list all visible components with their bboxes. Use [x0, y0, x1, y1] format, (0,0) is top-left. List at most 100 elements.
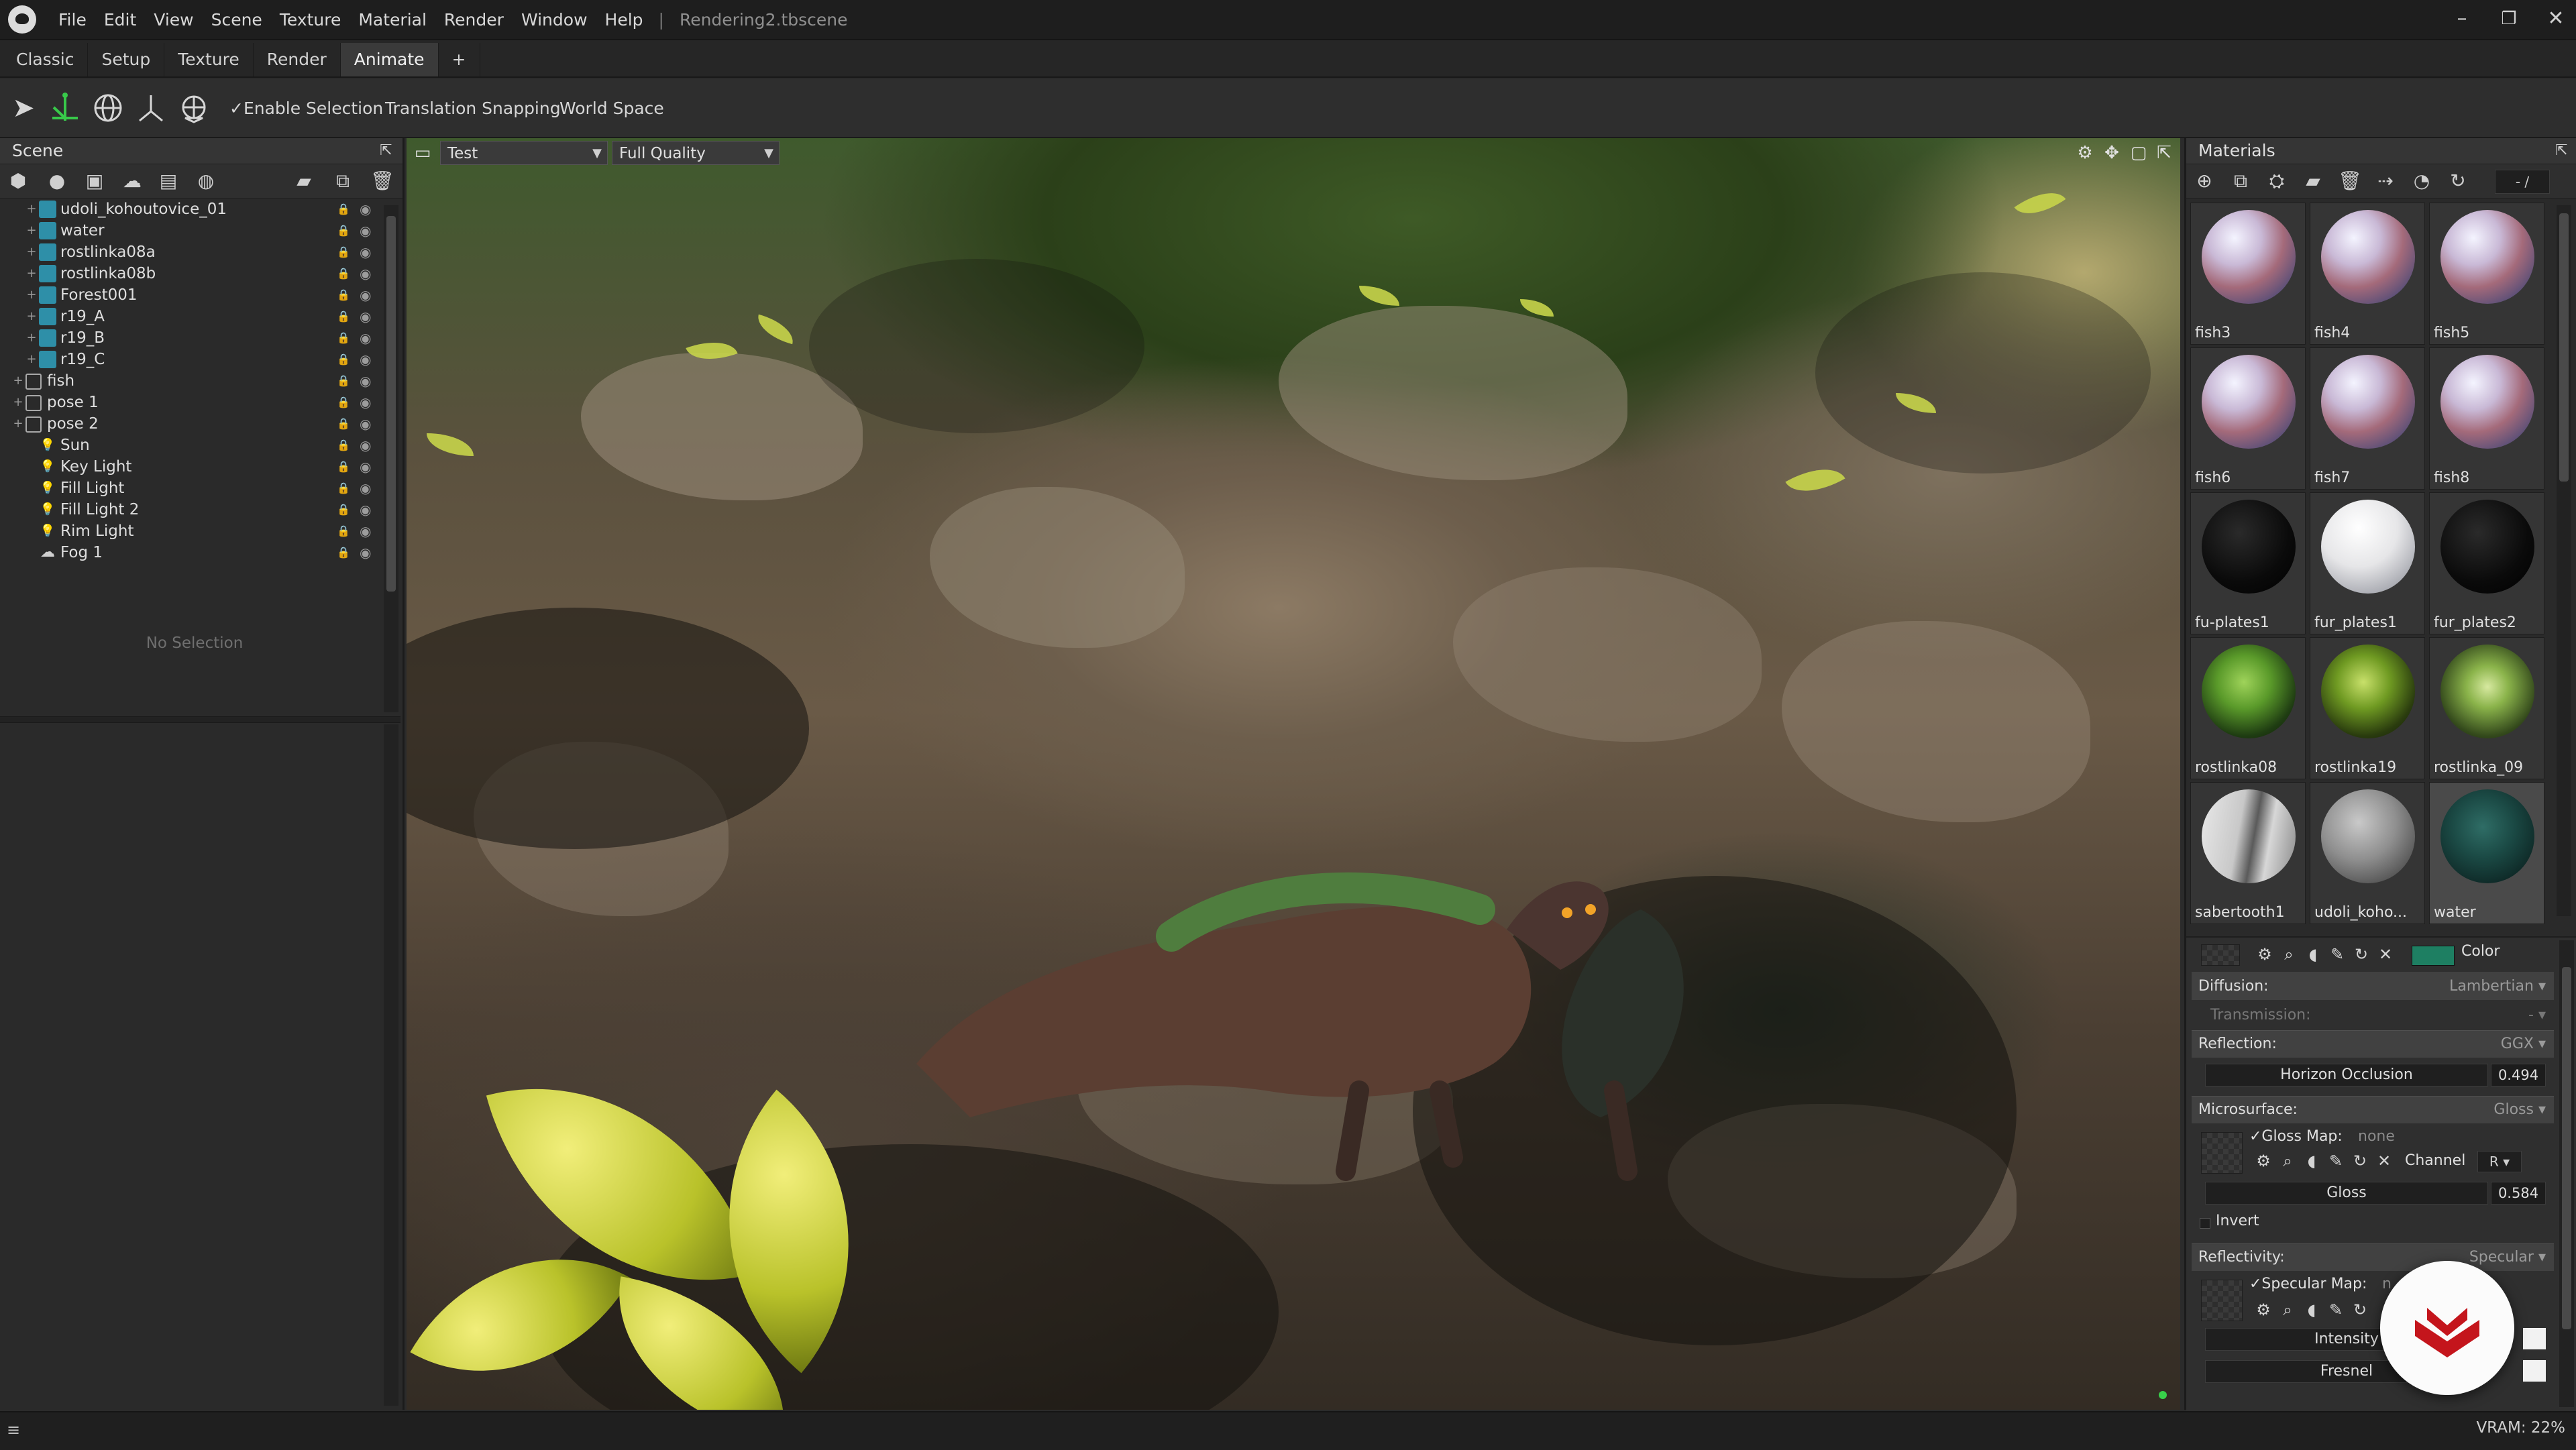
- reload-icon[interactable]: ↻: [2351, 944, 2371, 964]
- scene-tree-item[interactable]: 💡 Fill Light 🔒 ◉: [0, 478, 389, 499]
- expand-toggle-icon[interactable]: +: [25, 199, 38, 220]
- lock-icon[interactable]: 🔒: [337, 520, 350, 542]
- search-icon[interactable]: ⌕: [2279, 944, 2299, 964]
- lock-icon[interactable]: 🔒: [337, 413, 350, 435]
- horizon-occlusion-value[interactable]: 0.494: [2491, 1064, 2546, 1086]
- scene-tree-item[interactable]: + udoli_kohoutovice_01 🔒 ◉: [0, 199, 389, 220]
- pivot-icon[interactable]: [177, 91, 211, 125]
- quality-select[interactable]: Full Quality ▼: [612, 141, 780, 165]
- transmission-row[interactable]: Transmission: - ▾: [2192, 1002, 2554, 1029]
- popout-icon[interactable]: ⇱: [2152, 141, 2176, 165]
- add-object-icon[interactable]: ▤: [157, 170, 180, 192]
- expand-toggle-icon[interactable]: +: [25, 241, 38, 263]
- scale-icon[interactable]: [134, 91, 168, 125]
- world-space-toggle[interactable]: World Space: [559, 94, 664, 123]
- material-thumbnail[interactable]: fish4: [2310, 203, 2425, 345]
- add-sky-icon[interactable]: ☁: [121, 170, 144, 192]
- tab-texture[interactable]: Texture: [164, 43, 254, 76]
- reload-icon[interactable]: ↻: [2350, 1300, 2370, 1320]
- material-counter[interactable]: - /: [2495, 170, 2550, 194]
- maximize-button[interactable]: ❐: [2489, 4, 2529, 34]
- add-light-icon[interactable]: ●: [46, 170, 68, 192]
- unused-materials-icon[interactable]: ⛭: [2265, 170, 2288, 192]
- material-thumbnail[interactable]: rostlinka19: [2310, 637, 2425, 779]
- scene-tree-item[interactable]: 💡 Fill Light 2 🔒 ◉: [0, 499, 389, 520]
- trash-icon[interactable]: 🗑: [370, 170, 394, 192]
- app-logo[interactable]: [8, 5, 36, 34]
- visibility-eye-icon[interactable]: ◉: [360, 478, 371, 499]
- expand-toggle-icon[interactable]: +: [25, 306, 38, 327]
- visibility-eye-icon[interactable]: ◉: [360, 349, 371, 370]
- horizon-occlusion-slider[interactable]: Horizon Occlusion: [2205, 1064, 2488, 1086]
- expand-toggle-icon[interactable]: +: [25, 284, 38, 306]
- tab-classic[interactable]: Classic: [3, 43, 89, 76]
- picker-icon[interactable]: ◖: [2302, 1151, 2322, 1171]
- lock-icon[interactable]: 🔒: [337, 306, 350, 327]
- specular-map-label[interactable]: ✓Specular Map:: [2249, 1276, 2367, 1292]
- material-thumbnail[interactable]: fish8: [2429, 347, 2544, 490]
- search-icon[interactable]: ⌕: [2277, 1151, 2298, 1171]
- microsurface-section[interactable]: Microsurface: Gloss ▾: [2192, 1096, 2554, 1123]
- lock-icon[interactable]: 🔒: [337, 542, 350, 563]
- visibility-eye-icon[interactable]: ◉: [360, 284, 371, 306]
- gear-icon[interactable]: ⚙: [2255, 944, 2275, 964]
- tab-setup[interactable]: Setup: [88, 43, 165, 76]
- diffusion-mode[interactable]: Lambertian ▾: [2449, 973, 2546, 1000]
- menu-material[interactable]: Material: [350, 10, 435, 30]
- eyedropper-icon[interactable]: ✎: [2327, 944, 2347, 964]
- add-material-icon[interactable]: ⊕: [2193, 170, 2216, 192]
- panel-splitter[interactable]: [0, 716, 400, 723]
- eyedropper-icon[interactable]: ✎: [2326, 1300, 2346, 1320]
- picker-icon[interactable]: ◖: [2302, 1300, 2322, 1320]
- scene-tree-item[interactable]: 💡 Rim Light 🔒 ◉: [0, 520, 389, 542]
- material-thumbnail[interactable]: fish7: [2310, 347, 2425, 490]
- add-tab-button[interactable]: +: [439, 43, 480, 76]
- visibility-eye-icon[interactable]: ◉: [360, 456, 371, 478]
- picker-icon[interactable]: ◖: [2303, 944, 2323, 964]
- sabertooth-creature[interactable]: [890, 688, 1829, 1225]
- scene-tree-item[interactable]: 💡 Sun 🔒 ◉: [0, 435, 389, 456]
- lock-icon[interactable]: 🔒: [337, 241, 350, 263]
- scene-tree-item[interactable]: + r19_A 🔒 ◉: [0, 306, 389, 327]
- scene-tree-item[interactable]: + pose 2 🔒 ◉: [0, 413, 389, 435]
- translate-icon[interactable]: [48, 91, 82, 125]
- visibility-eye-icon[interactable]: ◉: [360, 370, 371, 392]
- lock-icon[interactable]: 🔒: [337, 199, 350, 220]
- menu-window[interactable]: Window: [513, 10, 596, 30]
- material-thumbnail[interactable]: udoli_koho...: [2310, 782, 2425, 924]
- lock-icon[interactable]: 🔒: [337, 370, 350, 392]
- popout-icon[interactable]: ⇱: [2555, 142, 2573, 160]
- material-thumbnail[interactable]: fur_plates2: [2429, 492, 2544, 634]
- gloss-map-swatch[interactable]: [2201, 1132, 2243, 1174]
- visibility-eye-icon[interactable]: ◉: [360, 199, 371, 220]
- duplicate-material-icon[interactable]: ⧉: [2229, 170, 2252, 192]
- material-thumbnail[interactable]: fu-plates1: [2190, 492, 2306, 634]
- lock-icon[interactable]: 🔒: [337, 392, 350, 413]
- scene-tree-item[interactable]: + r19_B 🔒 ◉: [0, 327, 389, 349]
- lock-icon[interactable]: 🔒: [337, 284, 350, 306]
- lock-icon[interactable]: 🔒: [337, 220, 350, 241]
- invert-checkbox[interactable]: [2200, 1218, 2210, 1229]
- expand-toggle-icon[interactable]: +: [12, 413, 24, 435]
- material-grid-scrollbar[interactable]: [2557, 205, 2571, 916]
- properties-scrollbar[interactable]: [384, 724, 398, 1406]
- scene-tree-item[interactable]: + fish 🔒 ◉: [0, 370, 389, 392]
- tab-animate[interactable]: Animate: [340, 43, 439, 76]
- expand-toggle-icon[interactable]: +: [12, 392, 24, 413]
- add-fog-icon[interactable]: ◍: [195, 170, 217, 192]
- scene-tree-item[interactable]: 💡 Key Light 🔒 ◉: [0, 456, 389, 478]
- scene-tree-item[interactable]: ☁ Fog 1 🔒 ◉: [0, 542, 389, 563]
- camera-select[interactable]: Test ▼: [440, 141, 608, 165]
- visibility-eye-icon[interactable]: ◉: [360, 306, 371, 327]
- lock-icon[interactable]: 🔒: [337, 499, 350, 520]
- menu-texture[interactable]: Texture: [271, 10, 350, 30]
- albedo-swatch[interactable]: [2201, 944, 2240, 966]
- visibility-eye-icon[interactable]: ◉: [360, 241, 371, 263]
- material-thumbnail[interactable]: water: [2429, 782, 2544, 924]
- reflection-section[interactable]: Reflection: GGX ▾: [2192, 1030, 2554, 1058]
- expand-toggle-icon[interactable]: +: [25, 263, 38, 284]
- expand-toggle-icon[interactable]: +: [25, 220, 38, 241]
- arrow-select-icon[interactable]: ➤: [7, 91, 40, 125]
- tab-render[interactable]: Render: [254, 43, 341, 76]
- color-swatch[interactable]: [2412, 946, 2455, 966]
